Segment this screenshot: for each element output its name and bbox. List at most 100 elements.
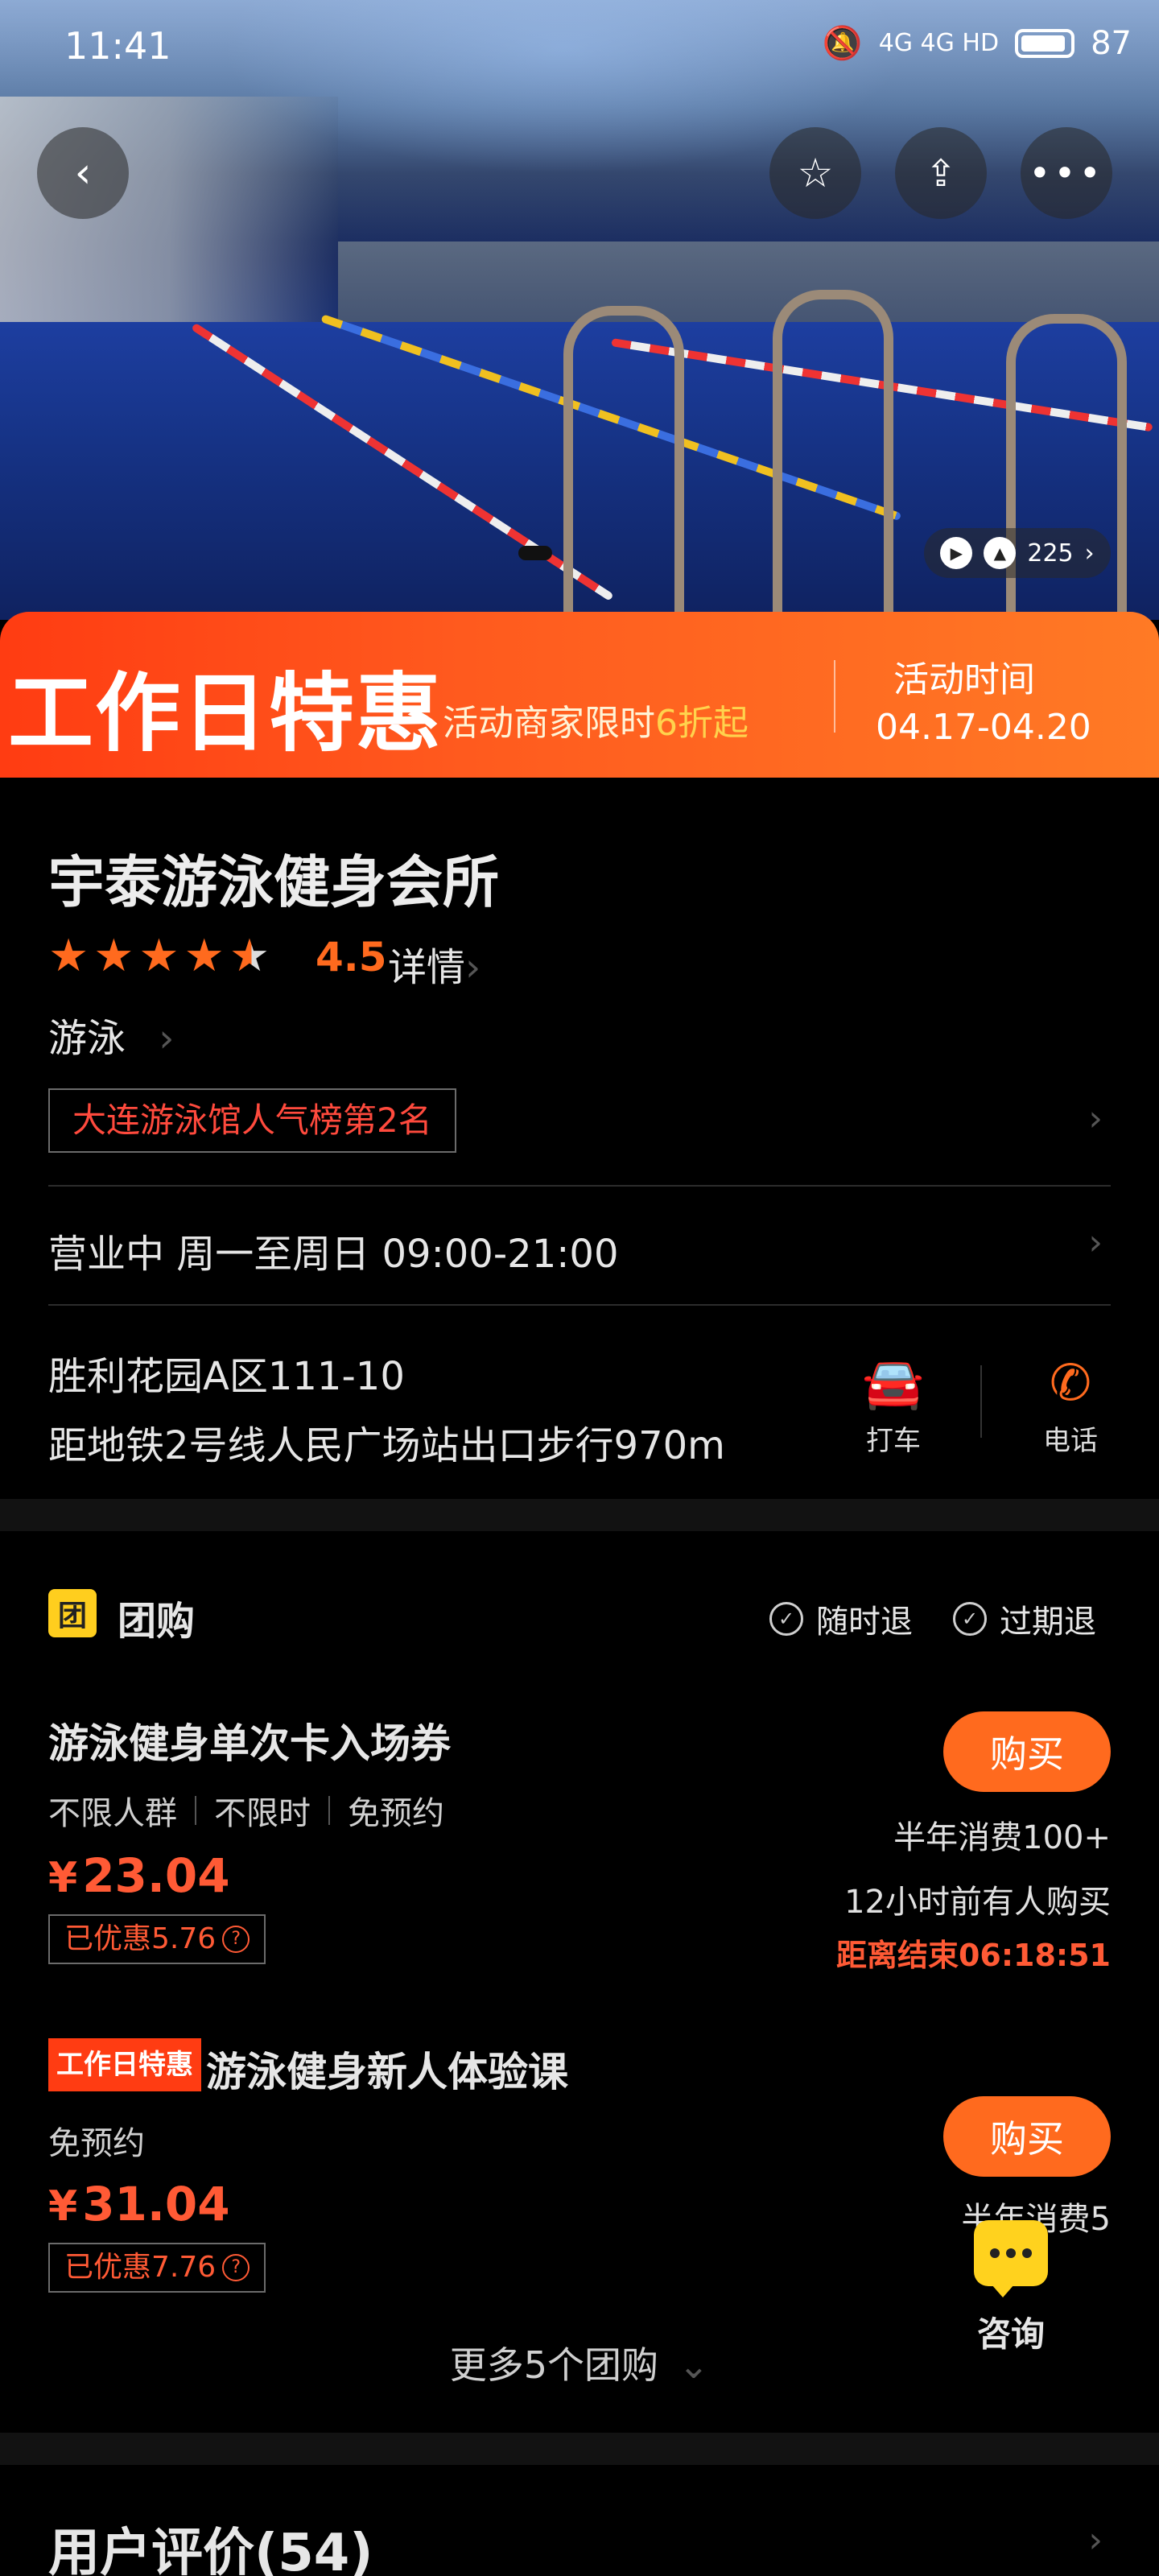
chevron-right-icon: › bbox=[465, 945, 481, 990]
promo-time-label: 活动时间 bbox=[893, 659, 1035, 700]
refund-anytime-label: 随时退 bbox=[816, 1604, 913, 1641]
taxi-label: 打车 bbox=[866, 1425, 921, 1457]
divider bbox=[48, 1304, 1111, 1306]
promo-discount: 6折起 bbox=[655, 703, 749, 744]
deal-title[interactable]: 游泳健身单次卡入场券 bbox=[48, 1711, 451, 1769]
play-icon: ▶ bbox=[940, 537, 973, 569]
rating-stars: ★ ★ ★ ★ ★ bbox=[48, 932, 270, 980]
deal-price: ¥31.04 bbox=[48, 2177, 230, 2231]
half-star-icon: ★ bbox=[229, 930, 270, 982]
chat-bubble-icon bbox=[974, 2220, 1048, 2297]
more-deals-label: 更多5个团购 bbox=[449, 2343, 659, 2387]
carousel-indicator bbox=[518, 546, 552, 560]
more-deals-button[interactable]: 更多5个团购 ⌄ bbox=[0, 2336, 1159, 2389]
promo-subtitle: 活动商家限时6折起 bbox=[443, 694, 749, 745]
business-hours[interactable]: 营业中 周一至周日 09:00-21:00 bbox=[48, 1222, 619, 1278]
group-buy-icon: 团 bbox=[48, 1589, 97, 1637]
chevron-left-icon: ‹ bbox=[74, 149, 92, 197]
reviews-title[interactable]: 用户评价(54) bbox=[48, 2512, 373, 2576]
promo-subtitle-prefix: 活动商家限时 bbox=[443, 703, 655, 744]
signal-text: 4G 4G HD bbox=[878, 29, 1000, 57]
promo-divider bbox=[834, 660, 835, 733]
deal-sales: 半年消费100+ bbox=[893, 1819, 1111, 1856]
help-icon: ? bbox=[222, 2254, 250, 2281]
deal-title[interactable]: 游泳健身新人体验课 bbox=[206, 2040, 568, 2098]
rating-score: 4.5 bbox=[316, 934, 387, 980]
car-icon: 🚘 bbox=[862, 1353, 925, 1412]
rank-badge[interactable]: 大连游泳馆人气榜第2名 bbox=[48, 1088, 456, 1153]
battery-level: 87 bbox=[1091, 24, 1132, 62]
buy-button[interactable]: 购买 bbox=[943, 2096, 1111, 2177]
shop-address[interactable]: 胜利花园A区111-10 bbox=[48, 1344, 405, 1401]
phone-label: 电话 bbox=[1043, 1425, 1098, 1457]
shop-name: 宇泰游泳健身会所 bbox=[48, 849, 499, 915]
hero-photo[interactable] bbox=[0, 0, 1159, 620]
deal-countdown: 距离结束06:18:51 bbox=[835, 1938, 1111, 1973]
pool-ladder-rail bbox=[563, 306, 684, 612]
buy-button[interactable]: 购买 bbox=[943, 1711, 1111, 1792]
saved-badge[interactable]: 已优惠7.76 ? bbox=[48, 2243, 266, 2293]
check-circle-icon: ✓ bbox=[953, 1602, 987, 1636]
refund-anytime: ✓ 随时退 bbox=[769, 1596, 913, 1642]
status-indicators: 🔕 4G 4G HD 87 bbox=[822, 24, 1132, 63]
currency-symbol: ¥ bbox=[48, 1854, 78, 1902]
battery-icon bbox=[1015, 28, 1075, 58]
favorite-button[interactable]: ☆ bbox=[769, 127, 861, 219]
share-icon: ⇪ bbox=[925, 151, 957, 195]
share-button[interactable]: ⇪ bbox=[895, 127, 987, 219]
star-icon: ★ bbox=[138, 930, 179, 982]
promo-banner[interactable]: 工作日特惠 活动商家限时6折起 活动时间 04.17-04.20 bbox=[0, 612, 1159, 778]
chevron-right-icon[interactable]: › bbox=[1088, 2520, 1103, 2561]
rating-detail-link[interactable]: 详情› bbox=[388, 935, 481, 992]
category-link[interactable]: 游泳 › bbox=[48, 1006, 174, 1063]
tag-separator bbox=[195, 1796, 196, 1825]
tag-separator bbox=[328, 1796, 330, 1825]
deal-tag: 不限时 bbox=[214, 1795, 311, 1832]
saved-text: 已优惠5.76 bbox=[64, 1922, 217, 1955]
category-label: 游泳 bbox=[48, 1016, 126, 1061]
more-button[interactable]: ••• bbox=[1021, 127, 1112, 219]
chevron-right-icon[interactable]: › bbox=[1088, 1098, 1103, 1139]
divider bbox=[48, 1185, 1111, 1187]
refund-expired-label: 过期退 bbox=[1000, 1604, 1096, 1641]
star-icon: ★ bbox=[184, 930, 225, 982]
action-divider bbox=[980, 1365, 982, 1438]
back-button[interactable]: ‹ bbox=[37, 127, 129, 219]
promo-time-range: 04.17-04.20 bbox=[876, 707, 1091, 748]
chevron-right-icon: › bbox=[159, 1016, 175, 1061]
chevron-right-icon: › bbox=[1084, 539, 1095, 568]
photo-count-text: 225 bbox=[1027, 539, 1074, 568]
detail-label: 详情 bbox=[388, 945, 466, 990]
saved-badge[interactable]: 已优惠5.76 ? bbox=[48, 1914, 266, 1964]
weekday-deal-badge: 工作日特惠 bbox=[48, 2038, 201, 2091]
promo-title: 工作日特惠 bbox=[8, 664, 443, 763]
check-circle-icon: ✓ bbox=[769, 1602, 803, 1636]
chevron-down-icon: ⌄ bbox=[678, 2343, 710, 2387]
deal-tag: 免预约 bbox=[48, 2125, 145, 2162]
star-outline-icon: ☆ bbox=[797, 150, 834, 196]
deal-tags: 免预约 bbox=[48, 2117, 145, 2164]
deal-tag: 免预约 bbox=[348, 1795, 444, 1832]
deal-recent-purchase: 12小时前有人购买 bbox=[844, 1884, 1111, 1921]
chevron-right-icon[interactable]: › bbox=[1088, 1222, 1103, 1263]
shop-distance[interactable]: 距地铁2号线人民广场站出口步行970m bbox=[48, 1414, 725, 1470]
pool-ladder-rail bbox=[773, 290, 893, 612]
currency-symbol: ¥ bbox=[48, 2182, 78, 2231]
saved-text: 已优惠7.76 bbox=[64, 2251, 217, 2284]
section-gap bbox=[0, 1499, 1159, 1531]
star-icon: ★ bbox=[93, 930, 134, 982]
phone-icon: ✆ bbox=[1050, 1353, 1091, 1412]
taxi-button[interactable]: 🚘 打车 bbox=[845, 1354, 942, 1458]
refund-expired: ✓ 过期退 bbox=[953, 1596, 1096, 1642]
mute-icon: 🔕 bbox=[822, 25, 863, 62]
deal-tags: 不限人群 不限时 免预约 bbox=[48, 1787, 444, 1834]
status-time: 11:41 bbox=[64, 24, 171, 68]
star-icon: ★ bbox=[48, 930, 89, 982]
more-icon: ••• bbox=[1029, 151, 1104, 195]
photo-count-button[interactable]: ▶ ▲ 225 › bbox=[924, 528, 1111, 578]
price-value: 23.04 bbox=[82, 1848, 230, 1903]
phone-button[interactable]: ✆ 电话 bbox=[1022, 1354, 1119, 1458]
deal-tag: 不限人群 bbox=[48, 1795, 177, 1832]
help-icon: ? bbox=[222, 1926, 250, 1953]
deal-price: ¥23.04 bbox=[48, 1848, 230, 1903]
